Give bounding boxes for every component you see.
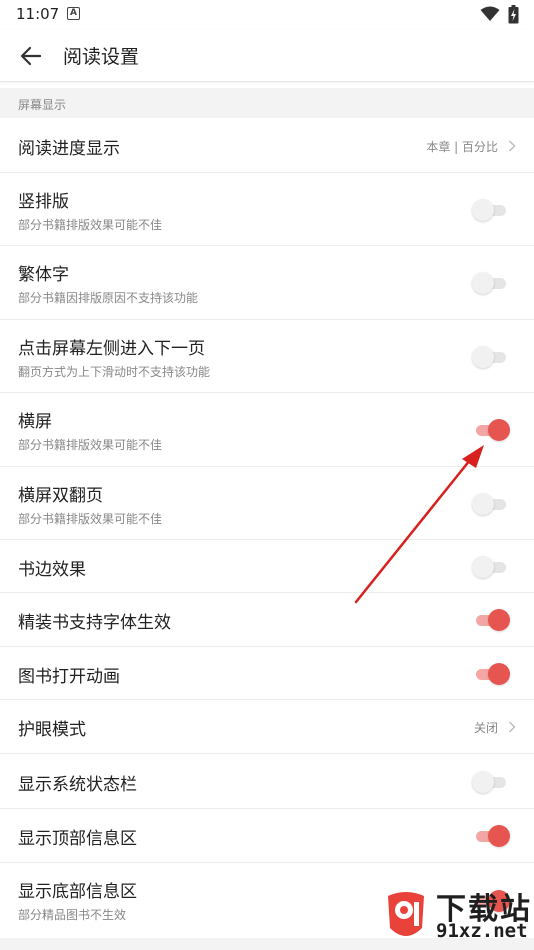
watermark-url: 91xz.net xyxy=(436,920,528,942)
toggle-switch[interactable] xyxy=(472,555,510,579)
setting-title: 图书打开动画 xyxy=(18,667,120,687)
section-header: 屏幕显示 xyxy=(0,88,534,118)
setting-subtitle: 部分精品图书不生效 xyxy=(18,908,127,922)
notification-a-icon: A xyxy=(67,7,80,20)
toggle-knob xyxy=(472,771,494,793)
setting-row-traditional-chinese[interactable]: 繁体字部分书籍因排版原因不支持该功能 xyxy=(0,246,534,320)
setting-title: 竖排版 xyxy=(18,192,69,212)
back-arrow-icon[interactable] xyxy=(18,44,44,68)
setting-subtitle: 部分书籍因排版原因不支持该功能 xyxy=(18,291,199,305)
chevron-right-icon xyxy=(509,140,516,152)
setting-row-tap-left-next-page[interactable]: 点击屏幕左侧进入下一页翻页方式为上下滑动时不支持该功能 xyxy=(0,320,534,393)
setting-title: 显示顶部信息区 xyxy=(18,829,137,849)
setting-title: 横屏 xyxy=(18,412,52,432)
setting-title: 显示底部信息区 xyxy=(18,882,137,902)
toggle-knob xyxy=(472,199,494,221)
setting-row-reading-progress[interactable]: 阅读进度显示 本章 | 百分比 xyxy=(0,118,534,173)
section-title: 屏幕显示 xyxy=(18,98,67,112)
setting-title: 点击屏幕左侧进入下一页 xyxy=(18,339,205,359)
toggle-switch[interactable] xyxy=(472,492,510,516)
toggle-knob xyxy=(488,609,510,631)
toggle-switch[interactable] xyxy=(472,271,510,295)
setting-title: 书边效果 xyxy=(18,560,86,580)
toggle-switch[interactable] xyxy=(472,345,510,369)
setting-title: 繁体字 xyxy=(18,265,69,285)
app-bar: 阅读设置 xyxy=(0,30,534,82)
setting-title: 显示系统状态栏 xyxy=(18,775,137,795)
setting-subtitle: 部分书籍排版效果可能不佳 xyxy=(18,512,163,526)
toggle-knob xyxy=(472,556,494,578)
setting-title: 横屏双翻页 xyxy=(18,486,103,506)
watermark-logo: 下载站 91xz.net xyxy=(382,880,534,950)
setting-row-landscape[interactable]: 横屏部分书籍排版效果可能不佳 xyxy=(0,393,534,467)
toggle-switch[interactable] xyxy=(472,418,510,442)
toggle-knob xyxy=(472,493,494,515)
setting-row-vertical-layout[interactable]: 竖排版部分书籍排版效果可能不佳 xyxy=(0,173,534,246)
toggle-switch[interactable] xyxy=(472,770,510,794)
status-bar: 11:07 A xyxy=(0,0,534,30)
chevron-right-icon xyxy=(509,721,516,733)
wifi-icon xyxy=(480,6,500,21)
toggle-switch[interactable] xyxy=(472,662,510,686)
setting-row-book-edge-effect[interactable]: 书边效果 xyxy=(0,540,534,593)
toggle-switch[interactable] xyxy=(472,198,510,222)
toggle-switch[interactable] xyxy=(472,608,510,632)
setting-title: 精装书支持字体生效 xyxy=(18,613,171,633)
toggle-knob xyxy=(488,663,510,685)
setting-row-eye-care-mode[interactable]: 护眼模式 关闭 xyxy=(0,700,534,754)
setting-value: 关闭 xyxy=(473,721,498,735)
settings-list: 阅读进度显示 本章 | 百分比 竖排版 部分书籍排版效果可能不佳 繁体字 部分书籍因排版原… xyxy=(0,118,534,938)
toggle-knob xyxy=(488,419,510,441)
setting-row-landscape-double-page[interactable]: 横屏双翻页部分书籍排版效果可能不佳 xyxy=(0,467,534,540)
toggle-switch[interactable] xyxy=(472,824,510,848)
watermark-badge-icon xyxy=(388,892,424,936)
toggle-knob xyxy=(472,272,494,294)
setting-row-book-open-animation[interactable]: 图书打开动画 xyxy=(0,647,534,700)
toggle-knob xyxy=(472,346,494,368)
status-time: 11:07 xyxy=(16,5,60,23)
setting-value: 本章 | 百分比 xyxy=(426,140,498,154)
setting-subtitle: 翻页方式为上下滑动时不支持该功能 xyxy=(18,365,211,379)
setting-title: 护眼模式 xyxy=(18,720,86,740)
toggle-knob xyxy=(488,825,510,847)
page-title: 阅读设置 xyxy=(63,46,140,68)
setting-title: 阅读进度显示 xyxy=(18,139,120,159)
setting-row-system-status-bar[interactable]: 显示系统状态栏 xyxy=(0,754,534,809)
setting-row-top-info-area[interactable]: 显示顶部信息区 xyxy=(0,809,534,863)
setting-row-hardcover-font[interactable]: 精装书支持字体生效 xyxy=(0,593,534,647)
setting-subtitle: 部分书籍排版效果可能不佳 xyxy=(18,438,163,452)
setting-subtitle: 部分书籍排版效果可能不佳 xyxy=(18,218,163,232)
battery-charging-icon xyxy=(508,5,519,24)
